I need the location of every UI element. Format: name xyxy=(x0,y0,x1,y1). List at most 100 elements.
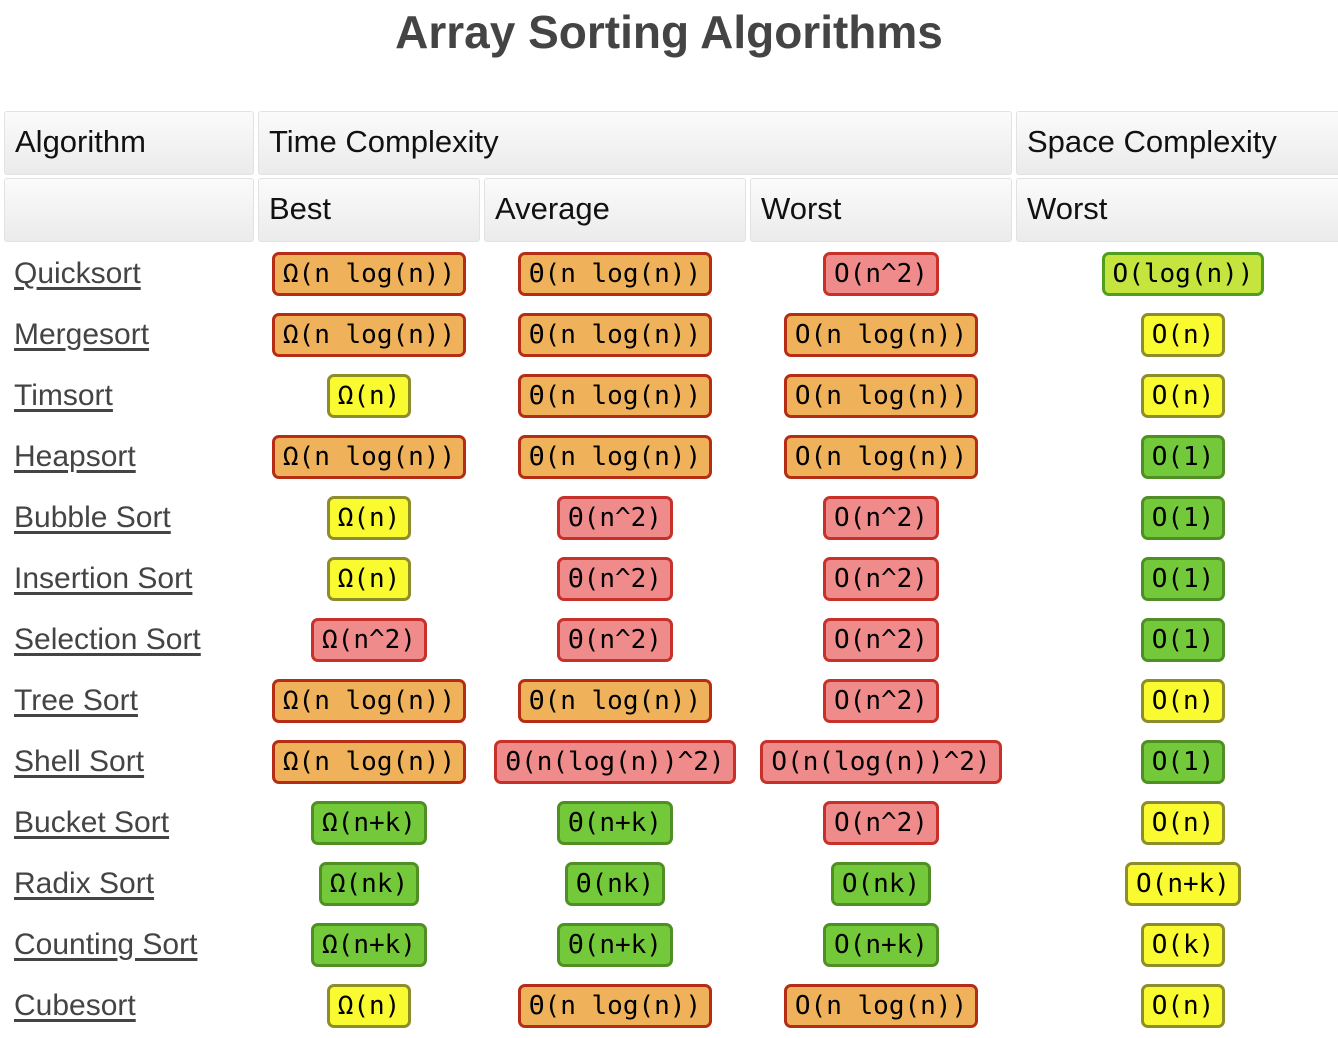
header-sub-space-worst: Worst xyxy=(1016,178,1338,242)
header-time-complexity: Time Complexity xyxy=(258,111,1012,175)
worst-cell: O(nk) xyxy=(750,855,1012,913)
complexity-badge-best: Ω(nk) xyxy=(318,862,420,906)
complexity-badge-best: Ω(n log(n)) xyxy=(271,252,467,296)
complexity-badge-worst: O(n+k) xyxy=(823,923,939,967)
algorithm-link-shell-sort[interactable]: Shell Sort xyxy=(14,745,144,779)
complexity-badge-space: O(n) xyxy=(1140,984,1226,1028)
complexity-badge-average: Θ(n+k) xyxy=(557,923,673,967)
algorithm-cell: Bubble Sort xyxy=(4,489,254,547)
algorithm-link-mergesort[interactable]: Mergesort xyxy=(14,318,149,352)
algorithm-link-radix-sort[interactable]: Radix Sort xyxy=(14,867,154,901)
complexity-badge-average: Θ(n log(n)) xyxy=(517,679,713,723)
algorithm-cell: Insertion Sort xyxy=(4,550,254,608)
best-cell: Ω(n) xyxy=(258,977,480,1035)
complexity-badge-worst: O(n(log(n))^2) xyxy=(760,740,1002,784)
complexity-badge-average: Θ(n^2) xyxy=(557,618,673,662)
complexity-badge-space: O(1) xyxy=(1140,496,1226,540)
table-row: Insertion Sort Ω(n) Θ(n^2) O(n^2) O(1) xyxy=(4,550,1338,608)
best-cell: Ω(n^2) xyxy=(258,611,480,669)
complexity-badge-space: O(k) xyxy=(1140,923,1226,967)
table-row: Bucket Sort Ω(n+k) Θ(n+k) O(n^2) O(n) xyxy=(4,794,1338,852)
complexity-badge-average: Θ(nk) xyxy=(564,862,666,906)
complexity-badge-average: Θ(n^2) xyxy=(557,557,673,601)
complexity-badge-space: O(n) xyxy=(1140,313,1226,357)
best-cell: Ω(n log(n)) xyxy=(258,245,480,303)
complexity-badge-space: O(n) xyxy=(1140,801,1226,845)
table-row: Shell Sort Ω(n log(n)) Θ(n(log(n))^2) O(n(l… xyxy=(4,733,1338,791)
complexity-badge-space: O(n) xyxy=(1140,679,1226,723)
algorithm-cell: Selection Sort xyxy=(4,611,254,669)
table-row: Tree Sort Ω(n log(n)) Θ(n log(n)) O(n^2) O(n… xyxy=(4,672,1338,730)
complexity-badge-best: Ω(n+k) xyxy=(311,801,427,845)
algorithm-cell: Quicksort xyxy=(4,245,254,303)
average-cell: Θ(n log(n)) xyxy=(484,245,746,303)
complexity-badge-best: Ω(n log(n)) xyxy=(271,679,467,723)
table-row: Mergesort Ω(n log(n)) Θ(n log(n)) O(n log(n… xyxy=(4,306,1338,364)
table-row: Quicksort Ω(n log(n)) Θ(n log(n)) O(n^2) O(l… xyxy=(4,245,1338,303)
algorithm-link-selection-sort[interactable]: Selection Sort xyxy=(14,623,201,657)
algorithm-cell: Timsort xyxy=(4,367,254,425)
complexity-badge-worst: O(n^2) xyxy=(823,801,939,845)
algorithm-cell: Heapsort xyxy=(4,428,254,486)
algorithm-cell: Counting Sort xyxy=(4,916,254,974)
complexity-badge-worst: O(n^2) xyxy=(823,557,939,601)
header-sub-worst: Worst xyxy=(750,178,1012,242)
space-cell: O(1) xyxy=(1016,428,1338,486)
complexity-badge-average: Θ(n log(n)) xyxy=(517,252,713,296)
header-space-complexity: Space Complexity xyxy=(1016,111,1338,175)
space-cell: O(1) xyxy=(1016,489,1338,547)
page-title: Array Sorting Algorithms xyxy=(395,6,943,58)
space-cell: O(n) xyxy=(1016,794,1338,852)
complexity-badge-worst: O(n^2) xyxy=(823,252,939,296)
complexity-badge-worst: O(n log(n)) xyxy=(783,374,979,418)
best-cell: Ω(n+k) xyxy=(258,794,480,852)
average-cell: Θ(n^2) xyxy=(484,550,746,608)
algorithm-link-bubble-sort[interactable]: Bubble Sort xyxy=(14,501,171,535)
space-cell: O(n) xyxy=(1016,977,1338,1035)
header-sub-average: Average xyxy=(484,178,746,242)
average-cell: Θ(n log(n)) xyxy=(484,977,746,1035)
complexity-badge-best: Ω(n+k) xyxy=(311,923,427,967)
worst-cell: O(n log(n)) xyxy=(750,428,1012,486)
algorithm-cell: Shell Sort xyxy=(4,733,254,791)
complexity-badge-average: Θ(n log(n)) xyxy=(517,984,713,1028)
algorithm-link-counting-sort[interactable]: Counting Sort xyxy=(14,928,197,962)
worst-cell: O(n^2) xyxy=(750,245,1012,303)
algorithm-cell: Bucket Sort xyxy=(4,794,254,852)
algorithm-link-quicksort[interactable]: Quicksort xyxy=(14,257,141,291)
complexity-table: Algorithm Time Complexity Space Complexi… xyxy=(0,108,1338,1038)
complexity-badge-worst: O(n^2) xyxy=(823,618,939,662)
best-cell: Ω(n log(n)) xyxy=(258,733,480,791)
space-cell: O(k) xyxy=(1016,916,1338,974)
space-cell: O(n) xyxy=(1016,306,1338,364)
space-cell: O(n+k) xyxy=(1016,855,1338,913)
complexity-badge-space: O(log(n)) xyxy=(1101,252,1265,296)
algorithm-link-cubesort[interactable]: Cubesort xyxy=(14,989,136,1023)
algorithm-link-timsort[interactable]: Timsort xyxy=(14,379,113,413)
best-cell: Ω(n+k) xyxy=(258,916,480,974)
table-header: Algorithm Time Complexity Space Complexi… xyxy=(4,111,1338,242)
space-cell: O(log(n)) xyxy=(1016,245,1338,303)
algorithm-link-insertion-sort[interactable]: Insertion Sort xyxy=(14,562,192,596)
complexity-badge-best: Ω(n) xyxy=(326,374,412,418)
complexity-badge-best: Ω(n log(n)) xyxy=(271,435,467,479)
complexity-badge-worst: O(nk) xyxy=(830,862,932,906)
complexity-badge-average: Θ(n+k) xyxy=(557,801,673,845)
complexity-badge-average: Θ(n log(n)) xyxy=(517,435,713,479)
best-cell: Ω(n) xyxy=(258,367,480,425)
complexity-badge-worst: O(n^2) xyxy=(823,679,939,723)
space-cell: O(1) xyxy=(1016,550,1338,608)
best-cell: Ω(n log(n)) xyxy=(258,306,480,364)
table-row: Cubesort Ω(n) Θ(n log(n)) O(n log(n)) O(n) xyxy=(4,977,1338,1035)
space-cell: O(1) xyxy=(1016,611,1338,669)
table-row: Selection Sort Ω(n^2) Θ(n^2) O(n^2) O(1) xyxy=(4,611,1338,669)
worst-cell: O(n^2) xyxy=(750,672,1012,730)
header-sub-row: Best Average Worst Worst xyxy=(4,178,1338,242)
algorithm-cell: Tree Sort xyxy=(4,672,254,730)
algorithm-link-tree-sort[interactable]: Tree Sort xyxy=(14,684,138,718)
table-row: Heapsort Ω(n log(n)) Θ(n log(n)) O(n log(n)… xyxy=(4,428,1338,486)
worst-cell: O(n log(n)) xyxy=(750,977,1012,1035)
header-algorithm: Algorithm xyxy=(4,111,254,175)
algorithm-link-bucket-sort[interactable]: Bucket Sort xyxy=(14,806,169,840)
algorithm-link-heapsort[interactable]: Heapsort xyxy=(14,440,136,474)
